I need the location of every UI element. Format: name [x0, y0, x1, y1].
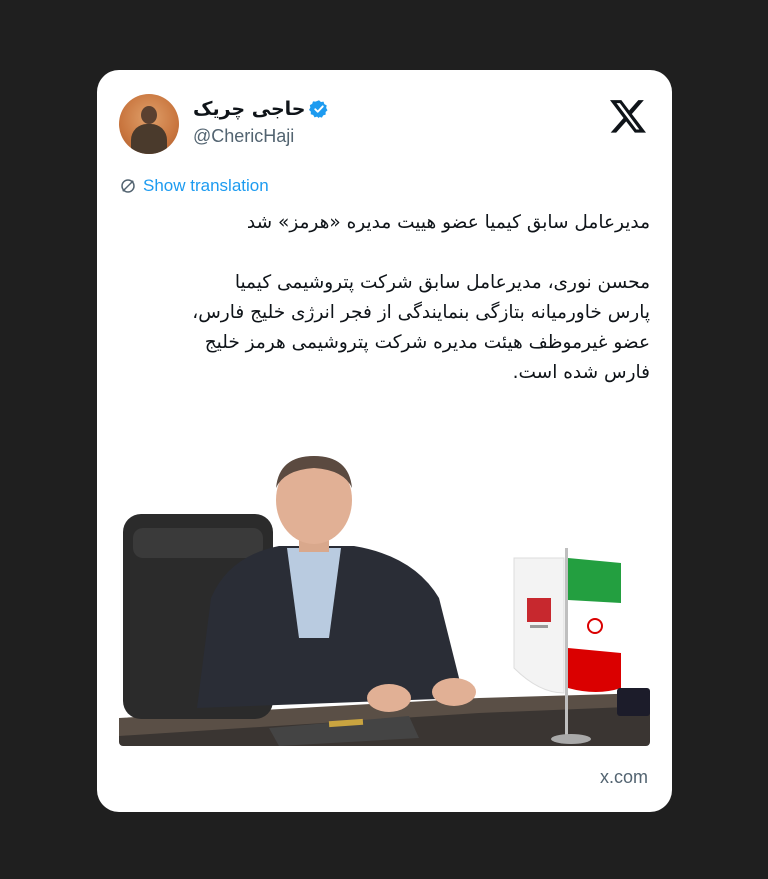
translate-globe-icon — [121, 179, 135, 193]
display-name[interactable]: حاجی چریک — [193, 98, 305, 120]
name-row: حاجی چریک — [193, 98, 329, 120]
verified-badge-icon — [309, 100, 328, 119]
tweet-photo[interactable] — [119, 448, 650, 746]
source-domain[interactable]: x.com — [600, 767, 648, 788]
tweet-body: محسن نوری، مدیرعامل سابق شرکت پتروشیمی ک… — [192, 272, 650, 383]
tweet-text: مدیرعامل سابق کیمیا عضو هییت مدیره «هرمز… — [119, 208, 650, 388]
user-handle[interactable]: @ChericHaji — [193, 126, 294, 147]
avatar-body — [131, 124, 167, 154]
photo-illustration — [119, 448, 650, 746]
tweet-card[interactable]: حاجی چریک @ChericHaji Show translation م… — [97, 70, 672, 812]
tweet-headline: مدیرعامل سابق کیمیا عضو هییت مدیره «هرمز… — [246, 212, 650, 233]
avatar[interactable] — [119, 94, 179, 154]
flag-pole — [565, 548, 568, 738]
avatar-head — [141, 106, 157, 124]
x-logo-icon[interactable] — [608, 96, 648, 136]
show-translation-label[interactable]: Show translation — [143, 176, 269, 196]
show-translation-link[interactable]: Show translation — [119, 176, 269, 196]
